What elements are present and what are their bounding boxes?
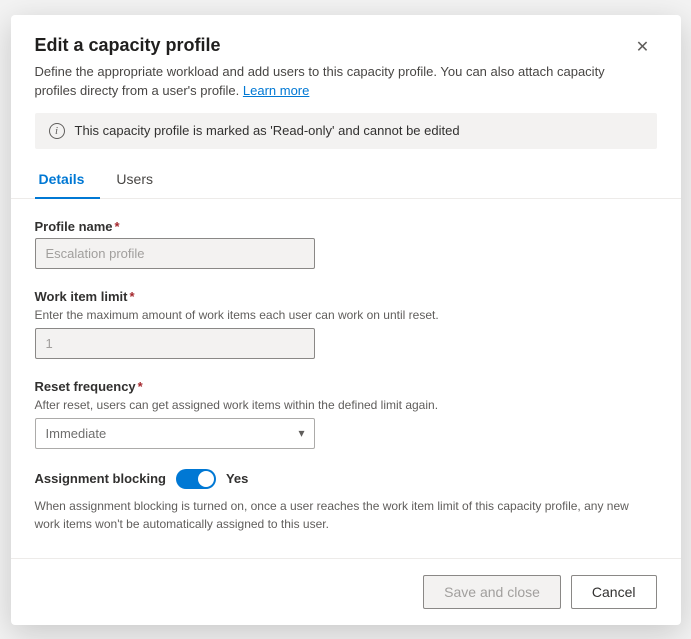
learn-more-link[interactable]: Learn more [243,83,309,98]
profile-name-label: Profile name* [35,219,657,234]
save-and-close-button[interactable]: Save and close [423,575,561,609]
profile-name-field: Profile name* [35,219,657,269]
assignment-blocking-description: When assignment blocking is turned on, o… [35,497,657,533]
reset-frequency-label: Reset frequency* [35,379,657,394]
dialog-title: Edit a capacity profile [35,35,625,56]
cancel-button[interactable]: Cancel [571,575,657,609]
tabs-container: Details Users [11,161,681,199]
reset-frequency-required: * [138,379,143,394]
profile-name-required: * [115,219,120,234]
close-icon: ✕ [636,37,649,57]
toggle-knob [198,471,214,487]
notice-bar: i This capacity profile is marked as 'Re… [35,113,657,149]
header-text: Edit a capacity profile Define the appro… [35,35,625,101]
reset-frequency-select-wrapper: Immediate Daily Weekly Monthly ▾ [35,418,315,449]
notice-text: This capacity profile is marked as 'Read… [75,123,460,138]
work-item-limit-field: Work item limit* Enter the maximum amoun… [35,289,657,359]
dialog-subtitle: Define the appropriate workload and add … [35,62,625,101]
assignment-blocking-field: Assignment blocking Yes When assignment … [35,469,657,533]
toggle-row: Assignment blocking Yes [35,469,657,489]
work-item-limit-input[interactable] [35,328,315,359]
dialog-footer: Save and close Cancel [11,558,681,625]
tab-details[interactable]: Details [35,161,101,199]
toggle-state-label: Yes [226,471,248,486]
edit-capacity-dialog: Edit a capacity profile Define the appro… [11,15,681,625]
subtitle-text: Define the appropriate workload and add … [35,64,605,99]
reset-frequency-sublabel: After reset, users can get assigned work… [35,398,657,412]
work-item-limit-label: Work item limit* [35,289,657,304]
reset-frequency-field: Reset frequency* After reset, users can … [35,379,657,449]
assignment-blocking-label: Assignment blocking [35,471,166,486]
assignment-blocking-toggle[interactable] [176,469,216,489]
close-button[interactable]: ✕ [629,33,657,61]
tab-users[interactable]: Users [112,161,169,199]
reset-frequency-select[interactable]: Immediate Daily Weekly Monthly [35,418,315,449]
profile-name-input[interactable] [35,238,315,269]
work-item-required: * [129,289,134,304]
dialog-header: Edit a capacity profile Define the appro… [11,15,681,113]
info-icon: i [49,123,65,139]
dialog-body: Profile name* Work item limit* Enter the… [11,199,681,558]
work-item-sublabel: Enter the maximum amount of work items e… [35,308,657,322]
